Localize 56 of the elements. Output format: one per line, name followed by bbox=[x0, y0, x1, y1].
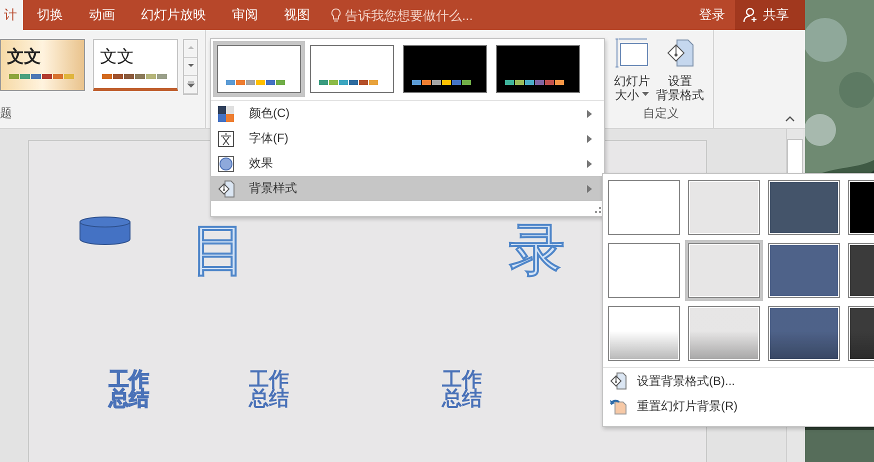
ribbon-tab[interactable]: 幻灯片放映 bbox=[128, 0, 219, 30]
menu-item[interactable]: 效果 bbox=[211, 151, 604, 176]
slide-size-icon bbox=[615, 38, 649, 68]
submenu-arrow-icon bbox=[587, 110, 592, 118]
ribbon-tab[interactable]: 切换 bbox=[24, 0, 76, 30]
slide-size-button[interactable]: 幻灯片 大小 bbox=[613, 36, 651, 104]
background-swatch[interactable] bbox=[605, 177, 683, 238]
background-swatch[interactable] bbox=[765, 240, 843, 301]
scroll-down-icon[interactable] bbox=[186, 63, 194, 70]
slide-title-text: 录 bbox=[509, 221, 565, 281]
background-swatch[interactable] bbox=[605, 240, 683, 301]
colors-icon bbox=[218, 106, 234, 122]
background-swatch[interactable] bbox=[765, 303, 843, 364]
theme-sample-text: 文文 bbox=[6, 47, 42, 67]
menu-item[interactable]: 背景样式 bbox=[211, 176, 604, 201]
expand-gallery-icon[interactable] bbox=[186, 81, 194, 88]
theme-thumbnail[interactable]: 文文 bbox=[0, 39, 85, 91]
slide-text: 工作总结 bbox=[442, 371, 482, 409]
ribbon-tab[interactable]: 计 bbox=[0, 0, 23, 30]
ribbon-tab[interactable]: 动画 bbox=[76, 0, 128, 30]
theme-thumbnail[interactable]: 文文 bbox=[93, 39, 178, 91]
ribbon-tab[interactable]: 审阅 bbox=[219, 0, 271, 30]
group-label: 自定义 bbox=[642, 105, 680, 122]
background-swatch[interactable] bbox=[685, 303, 763, 364]
collapse-ribbon-icon[interactable] bbox=[785, 116, 795, 122]
menu-item[interactable]: 设置背景格式(B)... bbox=[603, 369, 874, 393]
submenu-arrow-icon bbox=[587, 160, 592, 168]
background-swatch[interactable] bbox=[605, 303, 683, 364]
slide-text: 工作总结 bbox=[249, 371, 289, 409]
submenu-arrow-icon bbox=[587, 134, 592, 142]
background-swatch[interactable] bbox=[685, 240, 763, 301]
theme-sample-text: 文文 bbox=[100, 47, 134, 67]
paint-bucket-icon bbox=[609, 372, 627, 390]
slide-text: 工作总结 bbox=[109, 371, 149, 409]
menu-item[interactable]: 重置幻灯片背景(R) bbox=[603, 394, 874, 418]
slide-title-text: 目 bbox=[191, 221, 247, 281]
background-swatch[interactable] bbox=[765, 177, 843, 238]
paint-bucket-icon bbox=[217, 180, 235, 198]
sign-in-link[interactable]: 登录 bbox=[689, 0, 735, 30]
cylinder-shape bbox=[79, 216, 131, 246]
format-background-button[interactable]: 设置 背景格式 bbox=[655, 36, 705, 104]
paint-bucket-icon bbox=[665, 38, 695, 68]
background-swatch[interactable] bbox=[685, 177, 763, 238]
add-person-icon bbox=[743, 7, 759, 23]
share-button[interactable]: 共享 bbox=[735, 0, 805, 30]
group-label: 题 bbox=[0, 105, 13, 122]
tell-me-field[interactable]: 告诉我您想要做什么... bbox=[345, 8, 495, 22]
lightbulb-icon bbox=[331, 8, 341, 22]
submenu-arrow-icon bbox=[587, 184, 592, 192]
menu-item[interactable]: 颜色(C) bbox=[211, 101, 604, 126]
reset-icon bbox=[609, 397, 627, 415]
resize-grip-icon[interactable] bbox=[595, 207, 601, 213]
ribbon-tab[interactable]: 视图 bbox=[271, 0, 323, 30]
menu-item[interactable]: 字体(F) bbox=[211, 126, 604, 151]
effects-icon bbox=[218, 156, 234, 172]
font-icon bbox=[218, 130, 234, 146]
